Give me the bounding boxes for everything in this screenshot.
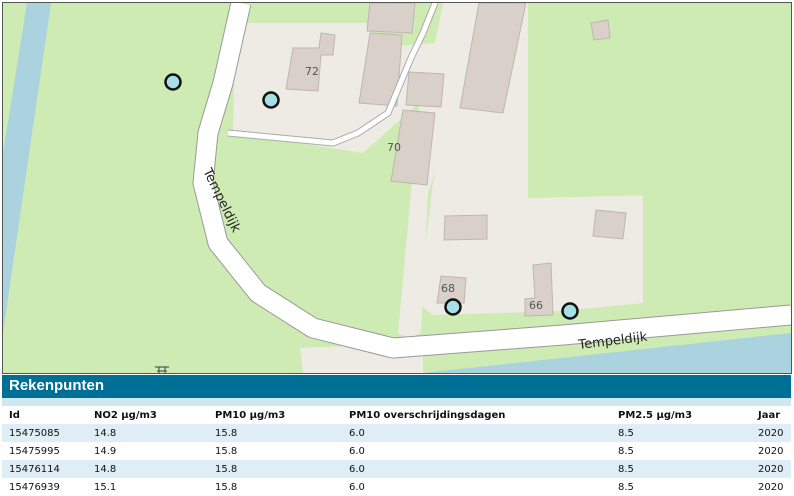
cell-pm10-days: 6.0	[342, 424, 611, 442]
cell-pm25: 8.5	[611, 424, 751, 442]
column-header-pm10-days[interactable]: PM10 overschrijdingsdagen	[342, 406, 611, 424]
cell-pm10: 15.8	[215, 481, 238, 493]
house-number-68: 68	[441, 282, 455, 295]
table-row[interactable]: 15476114 14.8 15.8 6.0 8.5 2020	[2, 460, 791, 478]
meadow-east	[528, 3, 791, 198]
rekenpunten-table: Id NO2 µg/m3 PM10 µg/m3 PM10 overschrijd…	[2, 406, 791, 496]
table-row[interactable]: 15475085 14.8 15.8 6.0 8.5 2020	[2, 424, 791, 442]
column-header-no2[interactable]: NO2 µg/m3	[87, 406, 208, 424]
rekenpunt-marker[interactable]	[164, 73, 182, 91]
panel-title: Rekenpunten	[2, 375, 791, 398]
column-header-pm10[interactable]: PM10 µg/m3	[208, 406, 342, 424]
cell-pm25: 8.5	[618, 481, 634, 493]
cell-id: 15475085	[2, 424, 87, 442]
table-row[interactable]: 15476939 15.1 15.8 6.0 8.5 2020	[2, 478, 791, 496]
cell-jaar: 2020	[758, 445, 784, 457]
cell-id: 15475995	[9, 445, 60, 457]
cell-no2: 14.9	[94, 445, 117, 457]
map-view[interactable]: Tempeldijk Tempeldijk 72 70 68 66	[2, 2, 792, 374]
column-header-id[interactable]: Id	[2, 406, 87, 424]
house-number-72: 72	[305, 65, 319, 78]
table-header-row: Id NO2 µg/m3 PM10 µg/m3 PM10 overschrijd…	[2, 406, 791, 424]
cell-jaar: 2020	[751, 424, 791, 442]
cell-pm25: 8.5	[618, 445, 634, 457]
rekenpunten-panel: Rekenpunten Id NO2 µg/m3 PM10 µg/m3 PM10…	[2, 375, 791, 494]
cell-pm25: 8.5	[611, 460, 751, 478]
rekenpunt-marker[interactable]	[561, 302, 579, 320]
canal-water	[3, 3, 51, 333]
house-number-70: 70	[387, 141, 401, 154]
map-canvas: Tempeldijk Tempeldijk 72 70 68 66	[3, 3, 791, 373]
monument-icon	[155, 366, 169, 373]
cell-pm10: 15.8	[215, 445, 238, 457]
column-header-jaar[interactable]: Jaar	[751, 406, 791, 424]
cell-pm10-days: 6.0	[349, 481, 365, 493]
cell-no2: 15.1	[94, 481, 117, 493]
column-header-pm25[interactable]: PM2.5 µg/m3	[611, 406, 751, 424]
cell-no2: 14.8	[87, 460, 208, 478]
cell-id: 15476939	[9, 481, 60, 493]
rekenpunt-marker[interactable]	[262, 91, 280, 109]
meadow-southeast	[643, 173, 791, 309]
cell-pm10: 15.8	[208, 424, 342, 442]
cell-id: 15476114	[2, 460, 87, 478]
cell-no2: 14.8	[87, 424, 208, 442]
house-number-66: 66	[529, 299, 543, 312]
cell-pm10-days: 6.0	[349, 445, 365, 457]
rekenpunt-marker[interactable]	[444, 298, 462, 316]
panel-header-strip	[2, 398, 791, 406]
table-row[interactable]: 15475995 14.9 15.8 6.0 8.5 2020	[2, 442, 791, 460]
cell-jaar: 2020	[751, 460, 791, 478]
cell-pm10: 15.8	[208, 460, 342, 478]
cell-pm10-days: 6.0	[342, 460, 611, 478]
cell-jaar: 2020	[758, 481, 784, 493]
